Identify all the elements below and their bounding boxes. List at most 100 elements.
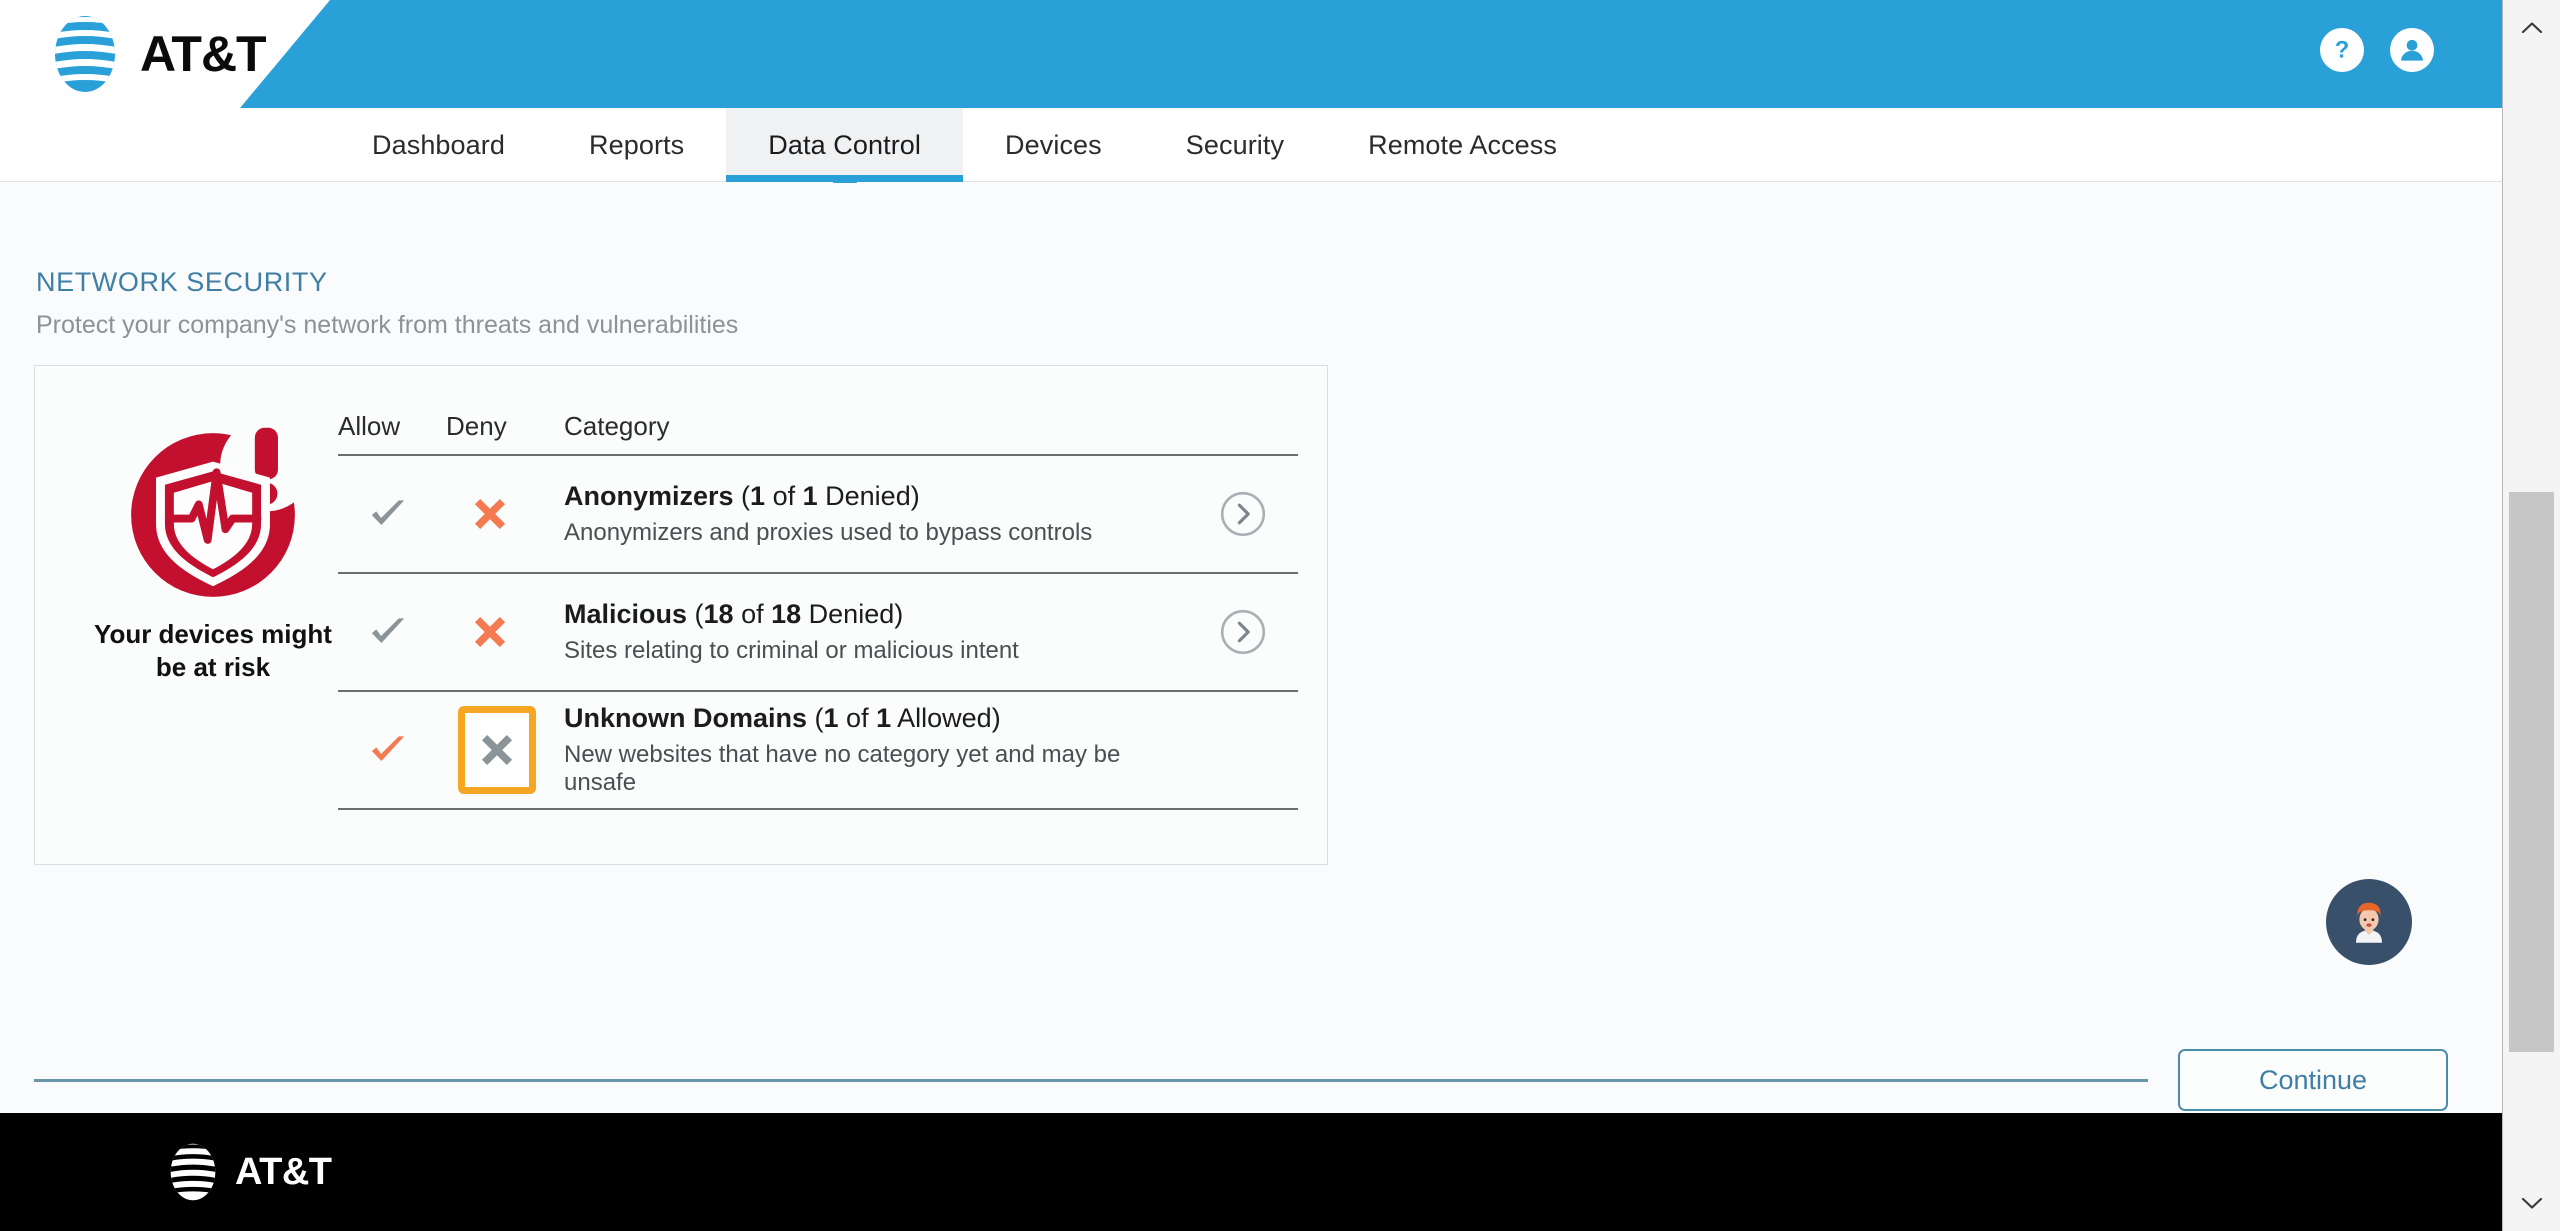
virtual-assistant-button[interactable] <box>2326 879 2412 965</box>
help-button[interactable]: ? <box>2320 28 2364 72</box>
category-table: Allow Deny Category Anonymizers (1 of 1 … <box>338 411 1298 810</box>
tab-reports-label: Reports <box>589 129 685 160</box>
question-circle-icon: ? <box>2335 37 2350 64</box>
virtual-assistant-avatar-icon <box>2356 902 2382 943</box>
footer-att-wordmark: AT&T <box>235 1151 332 1193</box>
table-header-row: Allow Deny Category <box>338 411 1298 456</box>
tab-dashboard[interactable]: Dashboard <box>330 108 547 182</box>
row-detail-cell <box>1188 490 1298 538</box>
page-subtitle: Protect your company's network from thre… <box>36 311 739 339</box>
tab-security-label: Security <box>1185 129 1285 160</box>
category-description: Anonymizers and proxies used to bypass c… <box>564 519 1093 547</box>
main-content: NETWORK SECURITY Protect your company's … <box>0 183 2502 1113</box>
risk-status-block: Your devices might be at risk <box>63 426 363 684</box>
deny-toggle[interactable] <box>458 706 536 794</box>
allow-cell <box>338 713 446 787</box>
section-divider <box>34 1079 2148 1082</box>
header-icon-group: ? <box>2320 28 2434 72</box>
att-wordmark: AT&T <box>140 26 267 82</box>
cross-icon <box>474 498 506 530</box>
footer-att-logo: AT&T <box>164 1142 332 1202</box>
risk-message: Your devices might be at risk <box>63 618 363 684</box>
scroll-up-button[interactable] <box>2503 0 2560 56</box>
category-description: Sites relating to criminal or malicious … <box>564 637 1019 665</box>
deny-cell <box>446 706 564 794</box>
cross-icon <box>481 734 513 766</box>
category-count-total: 1 <box>876 702 892 733</box>
chevron-up-icon <box>2521 22 2542 34</box>
category-count-current: 18 <box>703 598 734 629</box>
site-footer: AT&T <box>0 1113 2502 1231</box>
nav-tab-list: Dashboard Reports Data Control Devices S… <box>330 108 1599 198</box>
allow-cell <box>338 477 446 551</box>
scroll-down-button[interactable] <box>2503 1175 2560 1231</box>
att-globe-icon <box>170 1143 216 1201</box>
category-name: Malicious <box>564 598 688 629</box>
network-security-card: Your devices might be at risk Allow Deny… <box>34 365 1328 865</box>
site-header: AT&T ? <box>0 0 2502 108</box>
tab-devices-label: Devices <box>1005 129 1102 160</box>
main-navigation: Dashboard Reports Data Control Devices S… <box>0 108 2502 198</box>
category-count-current: 1 <box>750 480 766 511</box>
category-cell: Anonymizers (1 of 1 Denied) Anonymizers … <box>564 481 1188 548</box>
category-state: Allowed <box>897 702 992 733</box>
check-icon <box>371 618 405 643</box>
tab-remote-access[interactable]: Remote Access <box>1326 108 1599 182</box>
column-header-deny: Deny <box>446 411 507 441</box>
browser-viewport: AT&T ? Dashboard Reports Data Control De… <box>0 0 2560 1231</box>
page-title: NETWORK SECURITY <box>36 267 328 297</box>
chevron-right-circle-icon[interactable] <box>1219 608 1267 656</box>
category-count-total: 1 <box>802 480 818 511</box>
risk-message-line2: be at risk <box>155 651 271 682</box>
category-title: Malicious (18 of 18 Denied) <box>564 598 904 629</box>
header-blue-banner <box>240 0 2502 108</box>
category-description: New websites that have no category yet a… <box>564 741 1121 797</box>
tab-security[interactable]: Security <box>1144 108 1326 182</box>
category-cell: Unknown Domains (1 of 1 Allowed) New web… <box>564 703 1188 798</box>
tab-dashboard-label: Dashboard <box>372 129 505 160</box>
att-globe-icon <box>55 16 115 92</box>
tab-remote-access-label: Remote Access <box>1368 129 1557 160</box>
deny-cell <box>446 595 564 669</box>
category-state: Denied <box>808 598 895 629</box>
category-count-current: 1 <box>823 702 839 733</box>
vertical-scrollbar[interactable] <box>2502 0 2560 1231</box>
category-state: Denied <box>825 480 911 511</box>
att-logo[interactable]: AT&T <box>46 14 267 94</box>
category-title: Anonymizers (1 of 1 Denied) <box>564 480 920 511</box>
svg-text:?: ? <box>2335 37 2350 64</box>
chevron-down-icon <box>2521 1197 2542 1209</box>
tab-devices[interactable]: Devices <box>963 108 1144 182</box>
user-circle-icon <box>2401 39 2423 61</box>
category-title: Unknown Domains (1 of 1 Allowed) <box>564 702 1001 733</box>
category-name: Unknown Domains <box>564 702 808 733</box>
category-name: Anonymizers <box>564 480 734 511</box>
check-icon <box>371 500 405 525</box>
cross-icon <box>474 616 506 648</box>
check-icon <box>371 736 405 761</box>
risk-message-line1: Your devices might <box>94 619 332 649</box>
deny-toggle[interactable] <box>458 477 522 551</box>
column-header-allow: Allow <box>338 411 401 441</box>
table-row: Malicious (18 of 18 Denied) Sites relati… <box>338 574 1298 692</box>
deny-toggle[interactable] <box>458 595 522 669</box>
tab-reports[interactable]: Reports <box>547 108 726 182</box>
deny-cell <box>446 477 564 551</box>
allow-toggle[interactable] <box>356 713 420 787</box>
column-header-category: Category <box>564 411 670 441</box>
allow-cell <box>338 595 446 669</box>
tab-data-control-label: Data Control <box>768 129 922 160</box>
tab-data-control[interactable]: Data Control <box>726 108 964 198</box>
allow-toggle[interactable] <box>356 477 420 551</box>
chevron-right-circle-icon[interactable] <box>1219 490 1267 538</box>
continue-button[interactable]: Continue <box>2178 1049 2448 1111</box>
category-count-total: 18 <box>771 598 802 629</box>
shield-alert-pulse-icon <box>131 427 295 597</box>
scrollbar-thumb[interactable] <box>2509 492 2554 1052</box>
table-row: Anonymizers (1 of 1 Denied) Anonymizers … <box>338 456 1298 574</box>
row-detail-cell <box>1188 608 1298 656</box>
allow-toggle[interactable] <box>356 595 420 669</box>
table-row: Unknown Domains (1 of 1 Allowed) New web… <box>338 692 1298 810</box>
account-button[interactable] <box>2390 28 2434 72</box>
page-root: AT&T ? Dashboard Reports Data Control De… <box>0 0 2502 1231</box>
